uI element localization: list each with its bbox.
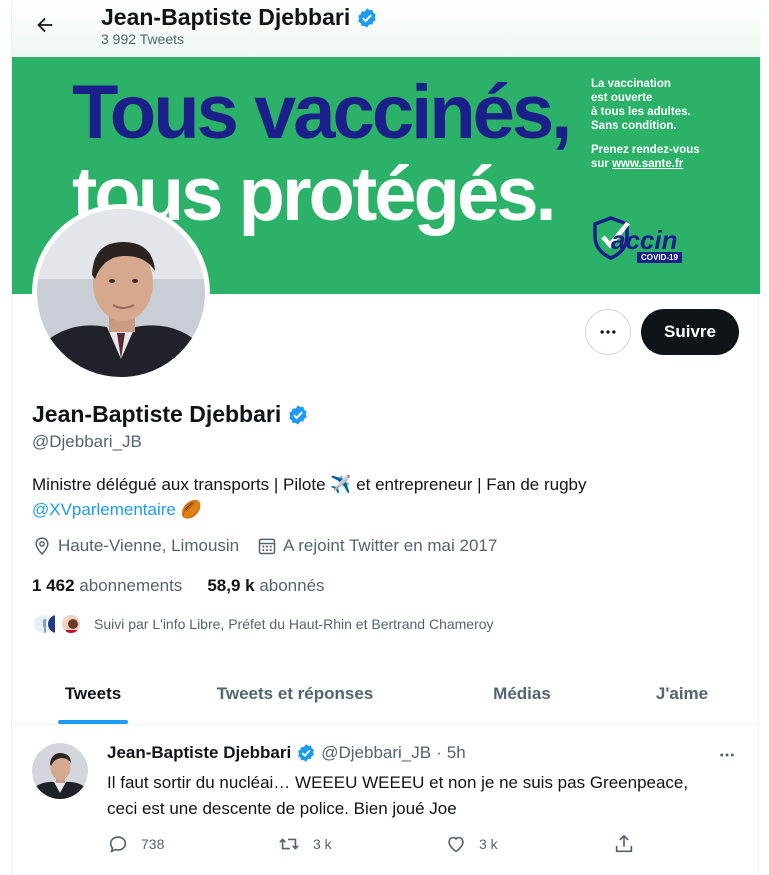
share-icon (615, 834, 633, 853)
tab-tweets[interactable]: Tweets (12, 664, 174, 724)
location-pin-icon (35, 537, 49, 555)
reply-button[interactable]: 738 (107, 833, 277, 855)
avatar-photo (37, 209, 205, 377)
follow-button[interactable]: Suivre (641, 309, 739, 355)
joined-text: A rejoint Twitter en mai 2017 (283, 536, 498, 555)
verified-badge-icon[interactable] (287, 404, 309, 426)
like-count: 3 k (479, 836, 498, 852)
tweet-text-line: Il faut sortir du nucléai… WEEEU WEEEU e… (107, 773, 689, 792)
back-button[interactable] (30, 10, 60, 40)
header-tweet-count: 3 992 Tweets (101, 31, 185, 47)
bio-text: Ministre délégué aux transports | Pilote (32, 475, 331, 494)
bio-mention-link[interactable]: @XVparlementaire (32, 500, 176, 519)
calendar-icon (258, 538, 276, 555)
share-button[interactable] (613, 833, 635, 855)
profile-column: Jean-Baptiste Djebbari 3 992 Tweets Tous… (11, 0, 760, 875)
tweet-text-line: ceci est une descente de police. Bien jo… (107, 799, 457, 818)
profile-header-bar: Jean-Baptiste Djebbari 3 992 Tweets (12, 0, 760, 57)
profile-tabs: Tweets Tweets et réponses Médias J'aime (12, 664, 760, 725)
followed-by-link[interactable]: Suivi par L'info Libre, Préfet du Haut-R… (32, 613, 494, 635)
location-item: Haute-Vienne, Limousin (32, 536, 239, 556)
following-link[interactable]: 1 462 abonnements (32, 576, 182, 596)
tweet-header: Jean-Baptiste Djebbari @Djebbari_JB · 5h (107, 743, 466, 763)
tab-likes[interactable]: J'aime (628, 664, 736, 724)
heart-icon (448, 836, 464, 853)
retweet-icon (279, 838, 299, 850)
profile-handle: @Djebbari_JB (32, 432, 142, 451)
profile-name-text: Jean-Baptiste Djebbari (32, 401, 282, 427)
vaccin-logo-tag: COVID-19 (637, 252, 682, 263)
profile-bio: Ministre délégué aux transports | Pilote… (32, 472, 732, 522)
tweet[interactable]: Jean-Baptiste Djebbari @Djebbari_JB · 5h… (12, 726, 760, 875)
followers-label: abonnés (259, 576, 325, 595)
tab-tweets-replies[interactable]: Tweets et réponses (174, 664, 416, 724)
tweet-text: Il faut sortir du nucléai… WEEEU WEEEU e… (107, 770, 747, 822)
like-button[interactable]: 3 k (445, 833, 613, 855)
banner-side-line: La vaccination (591, 78, 671, 90)
tweet-author-name[interactable]: Jean-Baptiste Djebbari (107, 743, 291, 763)
profile-meta: Haute-Vienne, Limousin A rejoint Twitter… (32, 536, 515, 556)
banner-url-prefix: sur (591, 158, 613, 170)
follower-avatar (60, 613, 82, 635)
location-text: Haute-Vienne, Limousin (58, 536, 240, 555)
more-options-button[interactable] (585, 309, 631, 355)
banner-side-line: Prenez rendez-vous (591, 144, 700, 156)
retweet-count: 3 k (313, 836, 332, 852)
arrow-left-icon (37, 17, 53, 33)
header-title: Jean-Baptiste Djebbari (101, 4, 378, 31)
banner-url: www.sante.fr (612, 158, 684, 170)
banner-side-line: Sans condition. (591, 120, 677, 132)
tweet-timestamp[interactable]: 5h (447, 743, 466, 763)
followers-count: 58,9 k (207, 576, 255, 595)
rugby-ball-emoji: 🏉 (180, 500, 202, 519)
joined-item: A rejoint Twitter en mai 2017 (257, 536, 497, 556)
header-name: Jean-Baptiste Djebbari (101, 4, 351, 30)
reply-count: 738 (141, 836, 165, 852)
followers-link[interactable]: 58,9 k abonnés (207, 576, 324, 596)
tweet-more-button[interactable] (712, 740, 742, 770)
retweet-button[interactable]: 3 k (277, 833, 445, 855)
vaccin-logo: accin COVID-19 (591, 215, 701, 267)
banner-side-url-line: sur www.sante.fr (591, 157, 751, 171)
tweet-separator-dot: · (436, 743, 442, 762)
tab-media[interactable]: Médias (416, 664, 628, 724)
following-label: abonnements (79, 576, 183, 595)
active-tab-indicator (58, 720, 128, 724)
verified-badge-icon (358, 7, 376, 28)
more-horizontal-icon (720, 753, 734, 757)
more-horizontal-icon (600, 330, 616, 334)
reply-icon (109, 836, 127, 853)
tweet-author-handle[interactable]: @Djebbari_JB (321, 743, 431, 763)
banner-side-line: à tous les adultes. (591, 106, 691, 118)
bio-text-2: et entrepreneur | Fan de rugby (351, 475, 587, 494)
tweet-actions: 738 3 k 3 k (107, 833, 647, 855)
followed-by-text: Suivi par L'info Libre, Préfet du Haut-R… (94, 616, 494, 632)
banner-slogan-line1: Tous vaccinés, (72, 70, 572, 155)
profile-avatar[interactable] (32, 204, 210, 382)
banner-side-line: est ouverte (591, 92, 653, 104)
banner-side-message: La vaccination est ouverte à tous les ad… (591, 77, 751, 171)
following-count: 1 462 (32, 576, 75, 595)
profile-name: Jean-Baptiste Djebbari (32, 401, 309, 428)
tweet-author-avatar[interactable] (32, 743, 88, 799)
plane-emoji: ✈️ (330, 475, 352, 494)
verified-badge-icon (298, 744, 315, 762)
follow-counts: 1 462 abonnements 58,9 k abonnés (32, 576, 325, 596)
